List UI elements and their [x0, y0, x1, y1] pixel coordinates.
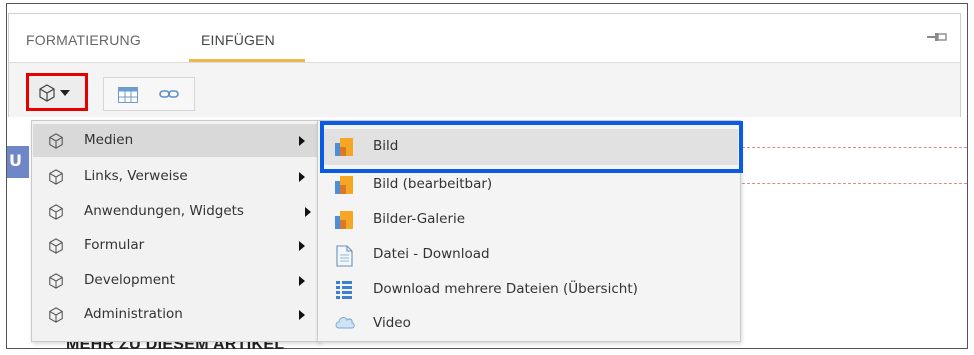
cube-icon — [49, 307, 63, 323]
content-divider — [742, 147, 967, 148]
pin-icon[interactable] — [926, 30, 948, 44]
editor-ribbon: FORMATIERUNG EINFÜGEN — [8, 13, 961, 117]
menu-item-links-verweise[interactable]: Links, Verweise — [33, 160, 319, 193]
menu-item-label: Links, Verweise — [84, 168, 188, 184]
submenu-item-label: Bild (bearbeitbar) — [373, 176, 493, 192]
menu-item-label: Anwendungen, Widgets — [84, 203, 244, 219]
toolbar-group — [103, 77, 195, 111]
file-icon — [336, 245, 353, 267]
cube-icon — [39, 84, 55, 102]
tab-einfuegen[interactable]: EINFÜGEN — [201, 32, 275, 48]
cloud-icon — [335, 317, 355, 329]
menu-item-label: Administration — [84, 306, 183, 322]
content-glyph: U — [9, 151, 22, 170]
selection-highlight — [320, 121, 743, 173]
ribbon-tabbar: FORMATIERUNG EINFÜGEN — [9, 14, 960, 63]
tab-formatierung[interactable]: FORMATIERUNG — [26, 32, 141, 48]
active-tab-indicator — [189, 59, 305, 62]
link-icon[interactable] — [159, 88, 179, 100]
submenu-arrow-icon — [305, 207, 311, 217]
image-icon — [335, 211, 353, 229]
insert-element-button[interactable] — [26, 73, 88, 111]
submenu-arrow-icon — [299, 310, 305, 320]
cube-icon — [49, 133, 63, 149]
submenu-item-label: Datei - Download — [373, 246, 490, 262]
cube-icon — [49, 204, 63, 220]
menu-item-label: Medien — [84, 132, 134, 148]
table-icon[interactable] — [118, 87, 138, 103]
insert-menu: Medien Links, Verweise Anwendungen, Widg… — [31, 120, 321, 342]
cube-icon — [49, 273, 63, 289]
file-list-icon — [336, 281, 352, 299]
image-icon — [335, 176, 353, 194]
submenu-item-label: Video — [373, 315, 411, 331]
submenu-item-bilder-galerie[interactable]: Bilder-Galerie — [320, 202, 738, 238]
cube-icon — [49, 169, 63, 185]
ribbon-toolbar — [9, 63, 960, 117]
menu-item-anwendungen-widgets[interactable]: Anwendungen, Widgets — [33, 195, 319, 228]
menu-item-formular[interactable]: Formular — [33, 229, 319, 262]
submenu-item-label: Bilder-Galerie — [373, 211, 466, 227]
menu-item-development[interactable]: Development — [33, 264, 319, 297]
menu-item-label: Development — [84, 272, 175, 288]
submenu-arrow-icon — [299, 276, 305, 286]
cube-icon — [49, 238, 63, 254]
submenu-arrow-icon — [299, 172, 305, 182]
menu-item-label: Formular — [84, 237, 145, 253]
chevron-down-icon — [60, 90, 70, 96]
submenu-item-download-mehrere-dateien[interactable]: Download mehrere Dateien (Übersicht) — [320, 272, 738, 308]
submenu-item-label: Download mehrere Dateien (Übersicht) — [373, 281, 638, 297]
submenu-item-video[interactable]: Video — [320, 306, 738, 342]
submenu-arrow-icon — [299, 136, 305, 146]
content-glyph-block: U — [7, 146, 29, 178]
menu-item-administration[interactable]: Administration — [33, 298, 319, 331]
menu-item-medien[interactable]: Medien — [33, 124, 319, 157]
submenu-arrow-icon — [299, 241, 305, 251]
content-divider — [742, 183, 967, 184]
submenu-item-datei-download[interactable]: Datei - Download — [320, 237, 738, 273]
